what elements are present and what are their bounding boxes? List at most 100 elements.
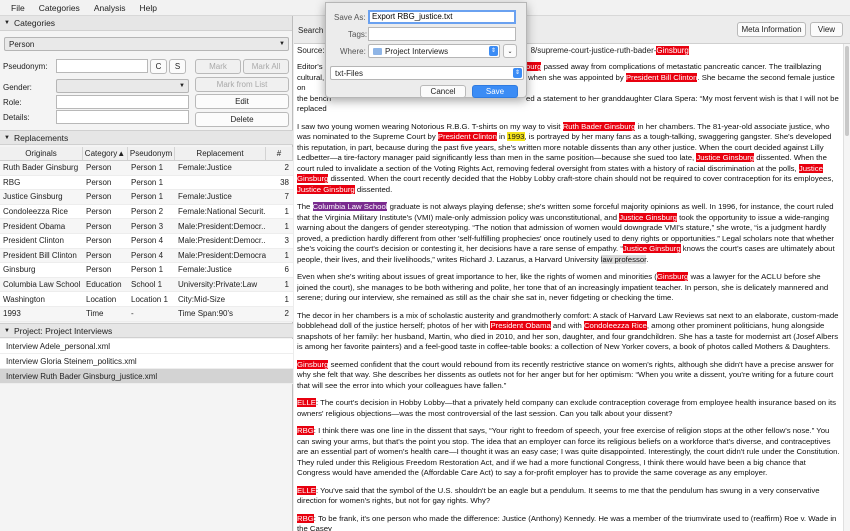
cell-category: Person (86, 236, 112, 246)
paragraph: Even when she's writing about issues of … (297, 272, 840, 304)
c-button[interactable]: C (150, 59, 167, 74)
table-row[interactable]: President Bill Clinton Person Person 4 Male… (0, 248, 293, 264)
menu-analysis[interactable]: Analysis (94, 3, 126, 13)
chevron-down-icon: ⌄ (507, 48, 513, 55)
highlighted-term[interactable]: RBG (297, 426, 314, 435)
column-pseudonym[interactable]: Pseudonym (128, 147, 175, 160)
cell-pseudonym: - (131, 309, 134, 319)
meta-information-button[interactable]: Meta Information (737, 22, 806, 37)
highlighted-term[interactable]: RBG (297, 513, 314, 523)
highlighted-term[interactable]: Ginsburg (656, 272, 689, 281)
pseudonym-label: Pseudonym: (3, 62, 48, 71)
text-run: : I think there was one line in the diss… (297, 426, 840, 477)
project-list: Interview Adele_personal.xml Interview G… (0, 339, 293, 384)
details-input[interactable] (56, 110, 189, 124)
cell-category: Person (86, 250, 112, 260)
cell-replacement: University:Private:Law (178, 280, 258, 290)
view-button[interactable]: View (810, 22, 843, 37)
cell-count: 1 (284, 294, 289, 304)
table-row[interactable]: President Clinton Person Person 4 Male:Pres… (0, 234, 293, 249)
gender-select[interactable]: ▼ (56, 79, 189, 93)
cell-original: Ginsburg (3, 265, 36, 275)
source-url[interactable]: 8/supreme-court-justice-ruth-bader- (531, 46, 657, 55)
highlighted-term[interactable]: President Obama (490, 321, 551, 330)
highlighted-term[interactable]: Justice Ginsburg (622, 244, 681, 253)
highlighted-term[interactable]: Justice Ginsburg (619, 212, 677, 222)
format-select[interactable]: txt-Files ⇕ (330, 66, 524, 80)
where-value: Project Interviews (385, 46, 449, 56)
category-select[interactable]: Person ▼ (4, 37, 289, 51)
search-label[interactable]: Search (298, 26, 323, 35)
table-row[interactable]: Columbia Law School Education School 1 Univ… (0, 277, 293, 293)
source-highlight: Ginsburg (656, 46, 689, 55)
s-button[interactable]: S (169, 59, 186, 74)
cell-pseudonym: School 1 (131, 280, 163, 290)
mark-all-button[interactable]: Mark All (243, 59, 289, 74)
highlighted-term[interactable]: Columbia Law School (312, 202, 388, 211)
cancel-button[interactable]: Cancel (420, 85, 466, 98)
paragraph: ELLE: The court's decision in Hobby Lobb… (297, 398, 840, 419)
highlighted-term[interactable]: Ruth Bader Ginsburg (562, 121, 636, 131)
pseudonym-input[interactable] (56, 59, 148, 73)
highlighted-term[interactable]: 1993 (507, 132, 525, 141)
text-run: and with (550, 321, 584, 330)
tags-label: Tags: (348, 30, 368, 39)
column-replacement[interactable]: Replacement (175, 147, 266, 160)
save-as-input[interactable]: Export RBG_justice.txt (368, 10, 516, 24)
highlighted-term[interactable]: ELLE (297, 485, 316, 495)
text-run: in (496, 132, 508, 141)
highlighted-term[interactable]: Condoleezza Rice (583, 321, 647, 330)
article-text[interactable]: Editor'sder Ginsburg passed away from co… (297, 62, 840, 531)
table-row[interactable]: Ruth Bader Ginsburg Person Person 1 Female:… (0, 161, 293, 176)
gender-label: Gender: (3, 83, 32, 92)
column-count[interactable]: # (266, 147, 293, 160)
highlighted-term[interactable]: Justice Ginsburg (297, 184, 355, 194)
cell-replacement (175, 176, 266, 190)
cell-category: Person (86, 163, 112, 173)
cell-category: Person (86, 207, 112, 217)
highlighted-term[interactable]: President Clinton (437, 132, 497, 141)
scroll-thumb[interactable] (845, 46, 849, 136)
highlighted-term[interactable]: Ginsburg (297, 359, 329, 369)
cell-replacement: Female:Justice (178, 192, 232, 202)
tags-input[interactable] (368, 27, 516, 41)
table-row[interactable]: Washington Location Location 1 City:Mid-Siz… (0, 292, 293, 307)
categories-header[interactable]: ▼ Categories (0, 16, 292, 31)
mark-from-list-button[interactable]: Mark from List (195, 77, 289, 92)
column-category[interactable]: Category▲ (83, 147, 128, 160)
role-input[interactable] (56, 95, 189, 109)
menu-help[interactable]: Help (139, 3, 156, 13)
list-item[interactable]: Interview Adele_personal.xml (0, 339, 293, 354)
table-row[interactable]: Justice Ginsburg Person Person 1 Female:Jus… (0, 190, 293, 205)
table-row[interactable]: 1993 Time - Time Span:90's 2 (0, 306, 293, 322)
cell-pseudonym: Person 3 (131, 221, 164, 231)
vertical-scrollbar[interactable] (843, 44, 850, 531)
cell-category: Person (86, 265, 112, 275)
cell-replacement: Female:National Securit... (178, 207, 266, 217)
table-row[interactable]: President Obama Person Person 3 Male:Presid… (0, 219, 293, 234)
list-item-selected[interactable]: Interview Ruth Bader Ginsburg_justice.xm… (0, 369, 293, 384)
cell-replacement: City:Mid-Size (178, 294, 226, 304)
mark-button[interactable]: Mark (195, 59, 241, 74)
column-originals[interactable]: Originals (0, 147, 83, 160)
table-row[interactable]: Condoleezza Rice Person Person 2 Female:Nat… (0, 205, 293, 220)
delete-button[interactable]: Delete (195, 112, 289, 127)
table-row[interactable]: RBG Person Person 1 38 (0, 176, 293, 191)
cell-pseudonym: Person 1 (131, 265, 164, 275)
project-header[interactable]: ▼ Project: Project Interviews (0, 323, 293, 338)
where-select[interactable]: Project Interviews ⇕ (368, 44, 500, 58)
menu-file[interactable]: File (11, 3, 25, 13)
paragraph: ELLE: You've said that the symbol of the… (297, 485, 840, 507)
list-item[interactable]: Interview Gloria Steinem_politics.xml (0, 354, 293, 369)
menu-categories[interactable]: Categories (39, 3, 80, 13)
replacements-header[interactable]: ▼ Replacements (0, 130, 293, 145)
text-run: : The court's decision in Hobby Lobby—th… (297, 398, 836, 418)
highlighted-term[interactable]: Justice Ginsburg (696, 153, 755, 162)
highlighted-term[interactable]: law professor (600, 254, 647, 264)
save-button[interactable]: Save (472, 85, 518, 98)
expand-button[interactable]: ⌄ (503, 44, 517, 58)
edit-button[interactable]: Edit (195, 94, 289, 109)
highlighted-term[interactable]: ELLE (297, 398, 316, 407)
where-label: Where: (340, 47, 366, 56)
table-row[interactable]: Ginsburg Person Person 1 Female:Justice 6 (0, 263, 293, 278)
